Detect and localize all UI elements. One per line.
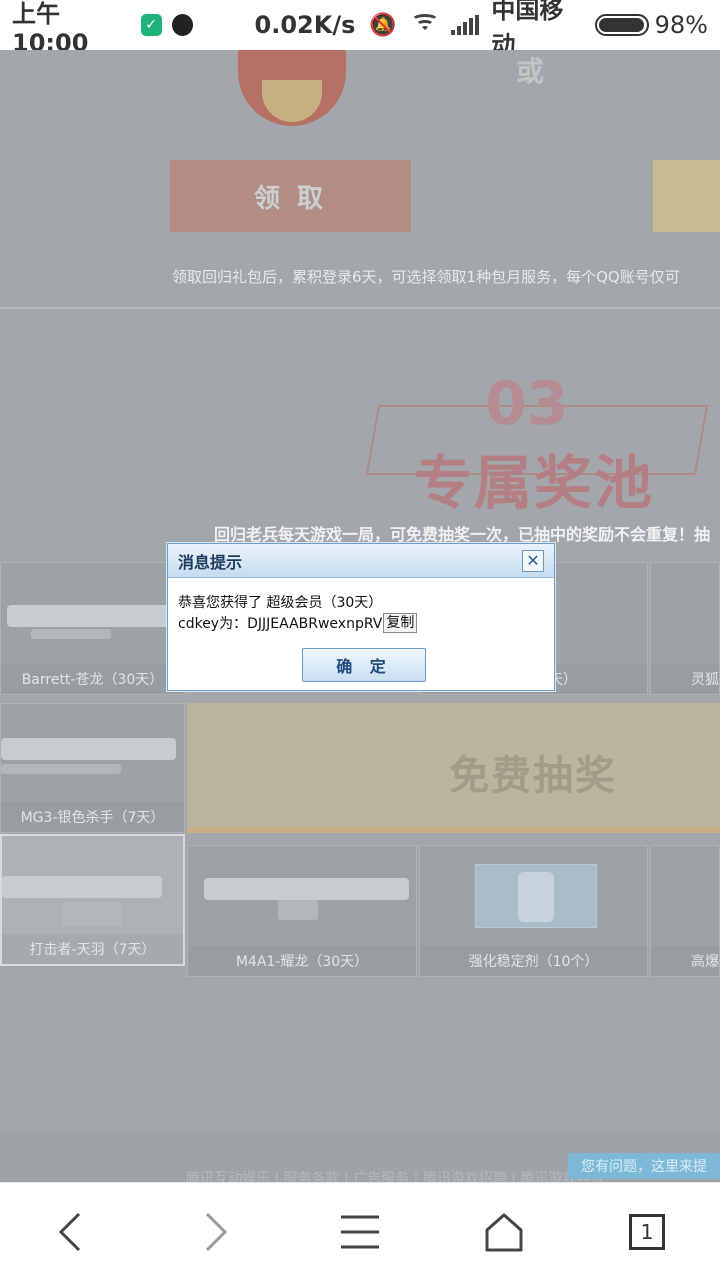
striker-gun-image [2, 876, 162, 898]
forward-arrow-icon [205, 1212, 228, 1252]
qq-penguin-image [238, 50, 346, 126]
dialog-header: 消息提示 ✕ [168, 544, 554, 578]
prize-card-mg3[interactable]: MG3-银色杀手（7天） [0, 703, 185, 833]
message-dialog: 消息提示 ✕ 恭喜您获得了 超级会员（30天） cdkey为：DJJJEAABR… [167, 543, 555, 691]
m4a1-gun-image [204, 878, 409, 900]
wifi-icon [411, 14, 440, 36]
cdkey-row: cdkey为：DJJJEAABRwexnpRV 复制 [178, 613, 418, 633]
prize-name: MG3-银色杀手（7天） [1, 802, 184, 832]
help-tab[interactable]: 您有问题，这里来提 [568, 1153, 720, 1179]
or-label: 或 [516, 55, 545, 88]
prize-name: M4A1-耀龙（30天） [188, 946, 416, 976]
prize-card-highexp[interactable]: 高爆 [650, 845, 720, 977]
battery-icon [594, 14, 649, 36]
network-speed: 0.02K/s [254, 11, 356, 39]
status-time: 上午10:00 [12, 0, 89, 57]
browser-navbar: 1 [0, 1182, 720, 1280]
status-bar: 上午10:00 ✓ 0.02K/s 🔕 中国移动 98% [0, 0, 720, 59]
claim-note: 领取回归礼包后，累积登录6天，可选择领取1种包月服务，每个QQ账号仅可 [172, 268, 680, 286]
section-description: 回归老兵每天游戏一局，可免费抽奖一次，已抽中的奖励不会重复！抽 [214, 525, 711, 544]
penguin-belly [262, 80, 322, 122]
cdkey-text: cdkey为：DJJJEAABRwexnpRV [178, 616, 383, 632]
prize-name: 高爆 [651, 946, 719, 976]
striker-gun-drum [62, 902, 122, 926]
prize-name: 打击者-天羽（7天） [2, 934, 183, 964]
confirm-button[interactable]: 确 定 [302, 648, 426, 682]
gold-button[interactable] [653, 160, 720, 232]
prize-card-stabilizer[interactable]: 强化稳定剂（10个） [419, 845, 648, 977]
stabilizer-bottle [518, 872, 554, 922]
signal-icon [451, 15, 480, 35]
section-title: 专属奖池 [414, 449, 655, 517]
prize-name: Barrett-苍龙（30天） [1, 664, 184, 694]
free-draw-panel[interactable]: 免费抽奖 [187, 703, 720, 833]
forward-button[interactable] [176, 1183, 256, 1280]
security-app-icon: ✓ [140, 14, 162, 36]
battery-percent: 98% [654, 11, 708, 39]
prize-name: 强化稳定剂（10个） [420, 946, 647, 976]
dialog-message: 恭喜您获得了 超级会员（30天） [178, 595, 383, 611]
menu-icon [341, 1215, 379, 1249]
barrett-rifle-stock [31, 629, 111, 639]
section-number: 03 [485, 369, 569, 439]
tabs-button[interactable]: 1 [607, 1183, 687, 1280]
barrett-rifle-image [7, 605, 177, 627]
silent-bell-icon: 🔕 [369, 12, 397, 38]
copy-button[interactable]: 复制 [383, 613, 418, 633]
prize-card-lingfox[interactable]: 灵狐 [650, 562, 720, 695]
home-icon [485, 1213, 523, 1252]
dialog-title: 消息提示 [178, 552, 243, 572]
m4a1-gun-mag [278, 900, 318, 920]
free-draw-label: 免费抽奖 [449, 753, 617, 799]
back-arrow-icon [58, 1212, 81, 1252]
section-divider [0, 307, 720, 309]
back-button[interactable] [30, 1183, 110, 1280]
menu-button[interactable] [320, 1183, 400, 1280]
prize-name: 灵狐 [651, 664, 719, 694]
screen: 上午10:00 ✓ 0.02K/s 🔕 中国移动 98% 或 领 取 领取回归礼… [0, 0, 720, 1280]
qq-icon [171, 14, 193, 36]
prize-card-barrett[interactable]: Barrett-苍龙（30天） [0, 562, 185, 695]
battery-fill [598, 18, 644, 32]
mg3-gun-image [1, 738, 176, 760]
tab-count: 1 [640, 1220, 654, 1244]
mg3-gun-barrel [1, 764, 121, 774]
home-button[interactable] [464, 1183, 544, 1280]
prize-card-m4a1[interactable]: M4A1-耀龙（30天） [187, 845, 417, 977]
prize-card-striker[interactable]: 打击者-天羽（7天） [0, 834, 185, 966]
tabs-icon: 1 [629, 1214, 665, 1250]
claim-button[interactable]: 领 取 [170, 160, 411, 232]
close-icon[interactable]: ✕ [522, 550, 544, 572]
